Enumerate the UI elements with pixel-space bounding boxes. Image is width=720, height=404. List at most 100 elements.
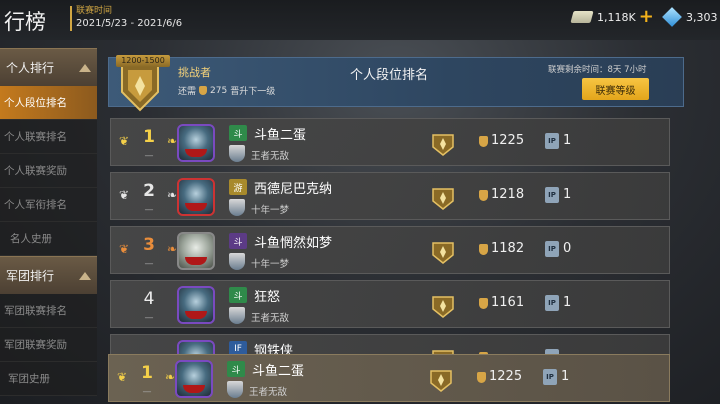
player-avatar[interactable] [177, 232, 215, 270]
player-avatar[interactable] [177, 178, 215, 216]
player-score: 1161 [491, 295, 525, 310]
tier-emblem-icon [432, 188, 454, 210]
rank-range: 1200-1500 [116, 55, 170, 67]
sidebar-item-hall-of-fame[interactable]: 名人史册 [0, 222, 97, 256]
ip-value: 1 [563, 187, 572, 202]
next-tier-tip: 还需 275 晋升下一级 [178, 84, 276, 98]
player-score: 1182 [491, 241, 525, 256]
laurel-right-icon: ❧ [167, 134, 178, 148]
guild-shield-icon [229, 253, 245, 270]
ip-icon: IP [545, 295, 559, 311]
leaderboard-row[interactable]: ❦ 3 ❧ — 斗 斗鱼惘然如梦 十年一梦 1182 IP 0 [110, 226, 670, 274]
tip-prefix: 还需 [178, 87, 197, 97]
guild-name: 王者无敌 [251, 313, 290, 324]
sidebar-category-personal[interactable]: 个人排行 [0, 48, 97, 86]
page-title: 行榜 [4, 10, 46, 34]
clan-badge-icon: 斗 [229, 287, 247, 303]
avatar-bowl-icon [185, 203, 207, 211]
tip-amount: 275 [210, 85, 228, 96]
trophy-icon [199, 86, 208, 95]
cash-amount: 1,118K [597, 10, 636, 24]
trophy-icon [479, 298, 488, 309]
gem-amount: 3,303 [686, 10, 718, 24]
clan-badge-icon: 斗 [229, 233, 247, 249]
avatar-bowl-icon [183, 385, 205, 393]
leaderboard-row[interactable]: ❦ 2 ❧ — 游 西德尼巴克纳 十年一梦 1218 IP 1 [110, 172, 670, 220]
rank-number: 2 [143, 181, 155, 201]
ip-icon: IP [545, 133, 559, 149]
guild-name: 十年一梦 [251, 205, 290, 216]
trophy-icon [479, 190, 488, 201]
sidebar-item-legion-reward[interactable]: 军团联赛奖励 [0, 328, 97, 362]
player-avatar[interactable] [175, 360, 213, 398]
rank-change: — [144, 151, 154, 161]
player-name: 西德尼巴克纳 [254, 182, 333, 197]
gem-currency: 3,303 [662, 7, 718, 27]
sidebar-category-label: 军团排行 [6, 269, 55, 283]
avatar-bowl-icon [185, 149, 207, 157]
rank-change: — [142, 387, 152, 397]
clan-badge-icon: 斗 [227, 361, 245, 377]
league-level-button[interactable]: 联赛等级 [582, 78, 649, 100]
cash-currency: 1,118K + [570, 8, 654, 26]
ip-value: 1 [563, 295, 572, 310]
tier-emblem-icon [432, 134, 454, 156]
ip-value: 1 [563, 133, 572, 148]
panel-title: 个人段位排名 [350, 68, 429, 83]
player-avatar[interactable] [177, 286, 215, 324]
ip-value: 0 [563, 241, 572, 256]
ip-icon: IP [545, 187, 559, 203]
player-name: 狂怒 [254, 290, 281, 305]
gem-icon [662, 7, 682, 27]
player-score: 1225 [491, 133, 525, 148]
laurel-right-icon: ❧ [167, 188, 178, 202]
league-time-left: 联赛剩余时间：8天 7小时 [548, 65, 647, 75]
laurel-right-icon: ❧ [165, 370, 176, 384]
leaderboard-row[interactable]: ❦ 1 ❧ — 斗 斗鱼二蛋 王者无敌 1225 IP 1 [110, 118, 670, 166]
trophy-icon [479, 244, 488, 255]
avatar-bowl-icon [185, 257, 207, 265]
sidebar-item-personal-reward[interactable]: 个人联赛奖励 [0, 154, 97, 188]
avatar-bowl-icon [185, 311, 207, 319]
player-score: 1218 [491, 187, 525, 202]
ip-icon: IP [545, 241, 559, 257]
player-avatar[interactable] [177, 124, 215, 162]
guild-shield-icon [227, 381, 243, 398]
season-range: 2021/5/23 - 2021/6/6 [76, 18, 183, 29]
add-cash-icon[interactable]: + [639, 8, 654, 26]
sidebar-category-legion[interactable]: 军团排行 [0, 256, 97, 294]
guild-name: 王者无敌 [251, 151, 290, 162]
trophy-icon [479, 136, 488, 147]
trophy-icon [477, 372, 486, 383]
guild-shield-icon [229, 307, 245, 324]
tier-emblem-icon [432, 296, 454, 318]
clan-badge-icon: 游 [229, 179, 247, 195]
sidebar-category-label: 个人排行 [6, 61, 55, 75]
collapse-arrow-icon [79, 271, 91, 280]
player-name: 斗鱼二蛋 [254, 128, 307, 143]
player-name: 斗鱼二蛋 [252, 364, 305, 379]
rank-number: 3 [143, 235, 155, 255]
tip-suffix: 晋升下一级 [230, 87, 276, 97]
sidebar-item-legion-league[interactable]: 军团联赛排名 [0, 294, 97, 328]
leaderboard-row[interactable]: 4 — 斗 狂怒 王者无敌 1161 IP 1 [110, 280, 670, 328]
season-label: 联赛时间 [76, 6, 113, 16]
collapse-arrow-icon [79, 63, 91, 72]
rank-number: 1 [141, 363, 153, 383]
sidebar-item-legion-history[interactable]: 军团史册 [0, 362, 97, 396]
my-rank-row[interactable]: ❦ 1 ❧ — 斗 斗鱼二蛋 王者无敌 1225 IP 1 [108, 354, 670, 402]
clan-badge-icon: 斗 [229, 125, 247, 141]
tier-emblem-icon [432, 242, 454, 264]
guild-shield-icon [229, 199, 245, 216]
sidebar-item-personal-tier[interactable]: 个人段位排名 [0, 86, 97, 120]
player-name: 斗鱼惘然如梦 [254, 236, 333, 251]
rank-number: 4 [143, 289, 155, 309]
sidebar-item-personal-league[interactable]: 个人联赛排名 [0, 120, 97, 154]
cash-icon [570, 11, 594, 23]
ip-value: 1 [561, 369, 570, 384]
rank-change: — [144, 259, 154, 269]
guild-name: 十年一梦 [251, 259, 290, 270]
sidebar-item-personal-rank[interactable]: 个人军衔排名 [0, 188, 97, 222]
ip-icon: IP [543, 369, 557, 385]
player-score: 1225 [489, 369, 523, 384]
